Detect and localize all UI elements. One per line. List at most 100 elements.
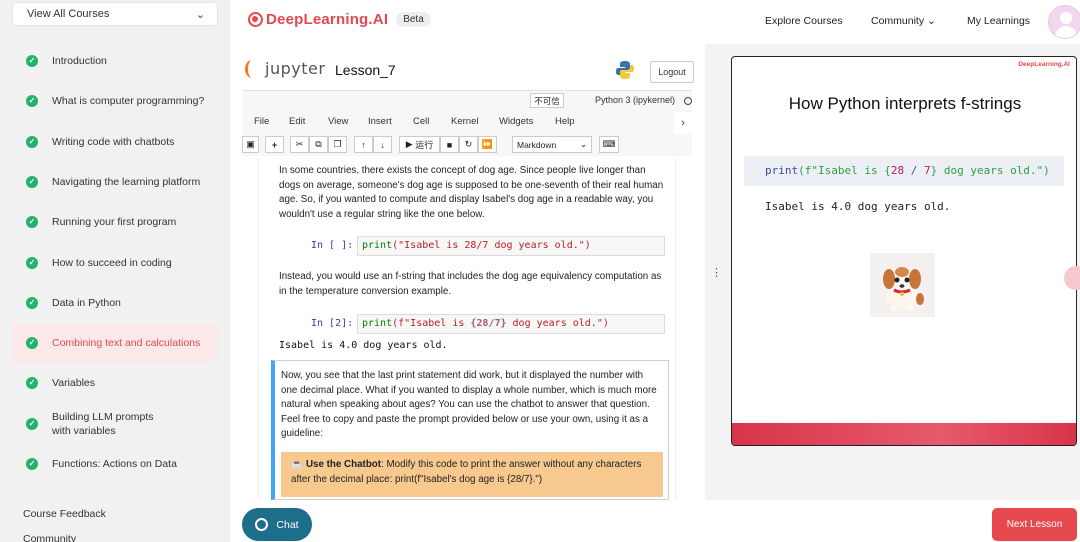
sidebar-item-variables[interactable]: ✓ Variables [12,376,218,390]
community-link[interactable]: Community [23,533,76,542]
sidebar-item-navigating-platform[interactable]: ✓ Navigating the learning platform [12,175,218,189]
sidebar-item-introduction[interactable]: ✓ Introduction [12,54,218,68]
slide-code-block: print(f"Isabel is {28 / 7} dog years old… [744,156,1064,186]
cell1-prompt: In [ ]: [311,240,354,251]
jupyter-logo[interactable]: jupyter [245,59,325,78]
slide-code-operator: / [904,164,924,177]
check-icon: ✓ [26,95,38,107]
menu-file[interactable]: File [254,116,269,127]
beta-badge: Beta [396,12,431,27]
lesson-label: Introduction [52,55,107,67]
jupyter-arc-icon [245,59,259,78]
sidebar-item-writing-code[interactable]: ✓ Writing code with chatbots [12,135,218,149]
user-avatar[interactable] [1048,5,1080,39]
avatar-head [1060,12,1072,24]
move-up-icon[interactable]: ↑ [354,136,373,153]
markdown-paragraph-dog-age[interactable]: In some countries, there exists the conc… [279,164,664,222]
run-button[interactable]: ▶ 运行 [399,136,440,153]
menu-kernel[interactable]: Kernel [451,116,478,127]
menu-view[interactable]: View [328,116,348,127]
add-cell-icon[interactable]: + [265,136,284,153]
notebook-name[interactable]: Lesson_7 [335,62,396,78]
top-navigation-bar: DeepLearning.AI Beta Explore Courses Com… [230,0,1080,44]
slide-code-open: (f"Isabel is { [798,164,891,177]
code-function: print [362,318,393,329]
code-string: ("Isabel is 28/7 dog years old.") [392,240,591,251]
trust-button[interactable]: 不可信 [530,93,564,108]
code-string-open: (f"Isabel is [392,318,471,329]
slide-brand: DeepLearning.AI [1018,61,1070,68]
keyboard-icon[interactable]: ⌨ [599,136,619,153]
deeplearning-logo[interactable]: DeepLearning.AI Beta [248,11,431,28]
menu-help[interactable]: Help [555,116,575,127]
jupyter-header: jupyter Lesson_7 Logout [230,44,705,90]
sidebar-item-combining-text[interactable]: ✓ Combining text and calculations [12,324,218,362]
chat-button[interactable]: Chat [242,508,312,541]
play-icon: ▶ [405,139,413,149]
kernel-status-icon [684,97,692,105]
code-cell-1[interactable]: print("Isabel is 28/7 dog years old.") [357,236,665,256]
lesson-label: Variables [52,377,95,389]
check-icon: ✓ [26,418,38,430]
check-icon: ✓ [26,136,38,148]
copy-icon[interactable]: ⧉ [309,136,328,153]
code-function: print [362,240,393,251]
sidebar-item-functions[interactable]: ✓ Functions: Actions on Data [12,457,218,471]
cell-type-select[interactable]: Markdown ⌄ [512,136,592,153]
check-icon: ✓ [26,458,38,470]
notebook-toolbar: ▣ + ✂ ⧉ ❐ ↑ ↓ ▶ 运行 ■ ↻ ⏩ Markdown ⌄ ⌨ [242,136,622,154]
sidebar-item-succeed-coding[interactable]: ✓ How to succeed in coding [12,256,218,270]
check-icon: ✓ [26,337,38,349]
kernel-indicator[interactable]: Python 3 (ipykernel) [595,95,675,105]
next-lesson-button[interactable]: Next Lesson [992,508,1077,541]
nav-explore-courses[interactable]: Explore Courses [765,15,843,27]
menu-cell[interactable]: Cell [413,116,429,127]
view-all-courses-dropdown[interactable]: View All Courses ⌄ [12,2,218,26]
check-icon: ✓ [26,55,38,67]
nav-community[interactable]: Community ⌄ [871,15,936,27]
chat-label: Chat [276,518,299,531]
check-icon: ✓ [26,377,38,389]
sidebar-item-llm-prompts[interactable]: ✓ Building LLM prompts with variables [12,410,218,438]
nav-my-learnings[interactable]: My Learnings [967,15,1030,27]
markdown-paragraph-fstring[interactable]: Instead, you would use an f-string that … [279,270,664,299]
check-icon: ✓ [26,257,38,269]
lesson-label: How to succeed in coding [52,257,172,269]
restart-icon[interactable]: ↻ [459,136,478,153]
paste-icon[interactable]: ❐ [328,136,347,153]
chevron-right-icon[interactable]: › [674,112,692,134]
slide-code-close: } dog years old.") [930,164,1050,177]
save-icon[interactable]: ▣ [242,136,259,153]
cell2-output: Isabel is 4.0 dog years old. [279,340,448,351]
dog-illustration [870,253,935,317]
menu-widgets[interactable]: Widgets [499,116,533,127]
cell-type-value: Markdown [517,139,557,150]
menu-edit[interactable]: Edit [289,116,305,127]
lesson-label: Running your first program [52,216,177,228]
selected-markdown-cell[interactable]: Now, you see that the last print stateme… [271,360,669,500]
move-down-icon[interactable]: ↓ [373,136,392,153]
fast-forward-icon[interactable]: ⏩ [478,136,497,153]
code-expression: {28/7} [470,318,507,329]
course-feedback-link[interactable]: Course Feedback [23,508,106,520]
cut-icon[interactable]: ✂ [290,136,309,153]
logo-icon [248,12,263,27]
menu-insert[interactable]: Insert [368,116,392,127]
logout-button[interactable]: Logout [650,61,694,83]
lesson-slide: DeepLearning.AI How Python interprets f-… [731,56,1077,446]
chevron-down-icon: ⌄ [927,15,936,27]
chatbot-label: Use the Chatbot [305,459,382,470]
slide-code-number-b: 7 [923,164,931,177]
lesson-label: Building LLM prompts with variables [52,411,154,437]
chevron-down-icon: ⌄ [195,8,205,21]
pane-resize-handle[interactable]: ⋮ [711,266,722,279]
code-cell-2[interactable]: print(f"Isabel is {28/7} dog years old."… [357,314,665,334]
stop-icon[interactable]: ■ [440,136,459,153]
slide-code-output: Isabel is 4.0 dog years old. [765,200,951,213]
lesson-label: Data in Python [52,297,121,309]
sidebar-item-computer-programming[interactable]: ✓ What is computer programming? [12,94,218,108]
sidebar-item-first-program[interactable]: ✓ Running your first program [12,215,218,229]
python-logo-icon [616,61,634,79]
lesson-label: What is computer programming? [52,95,205,107]
sidebar-item-data-in-python[interactable]: ✓ Data in Python [12,296,218,310]
